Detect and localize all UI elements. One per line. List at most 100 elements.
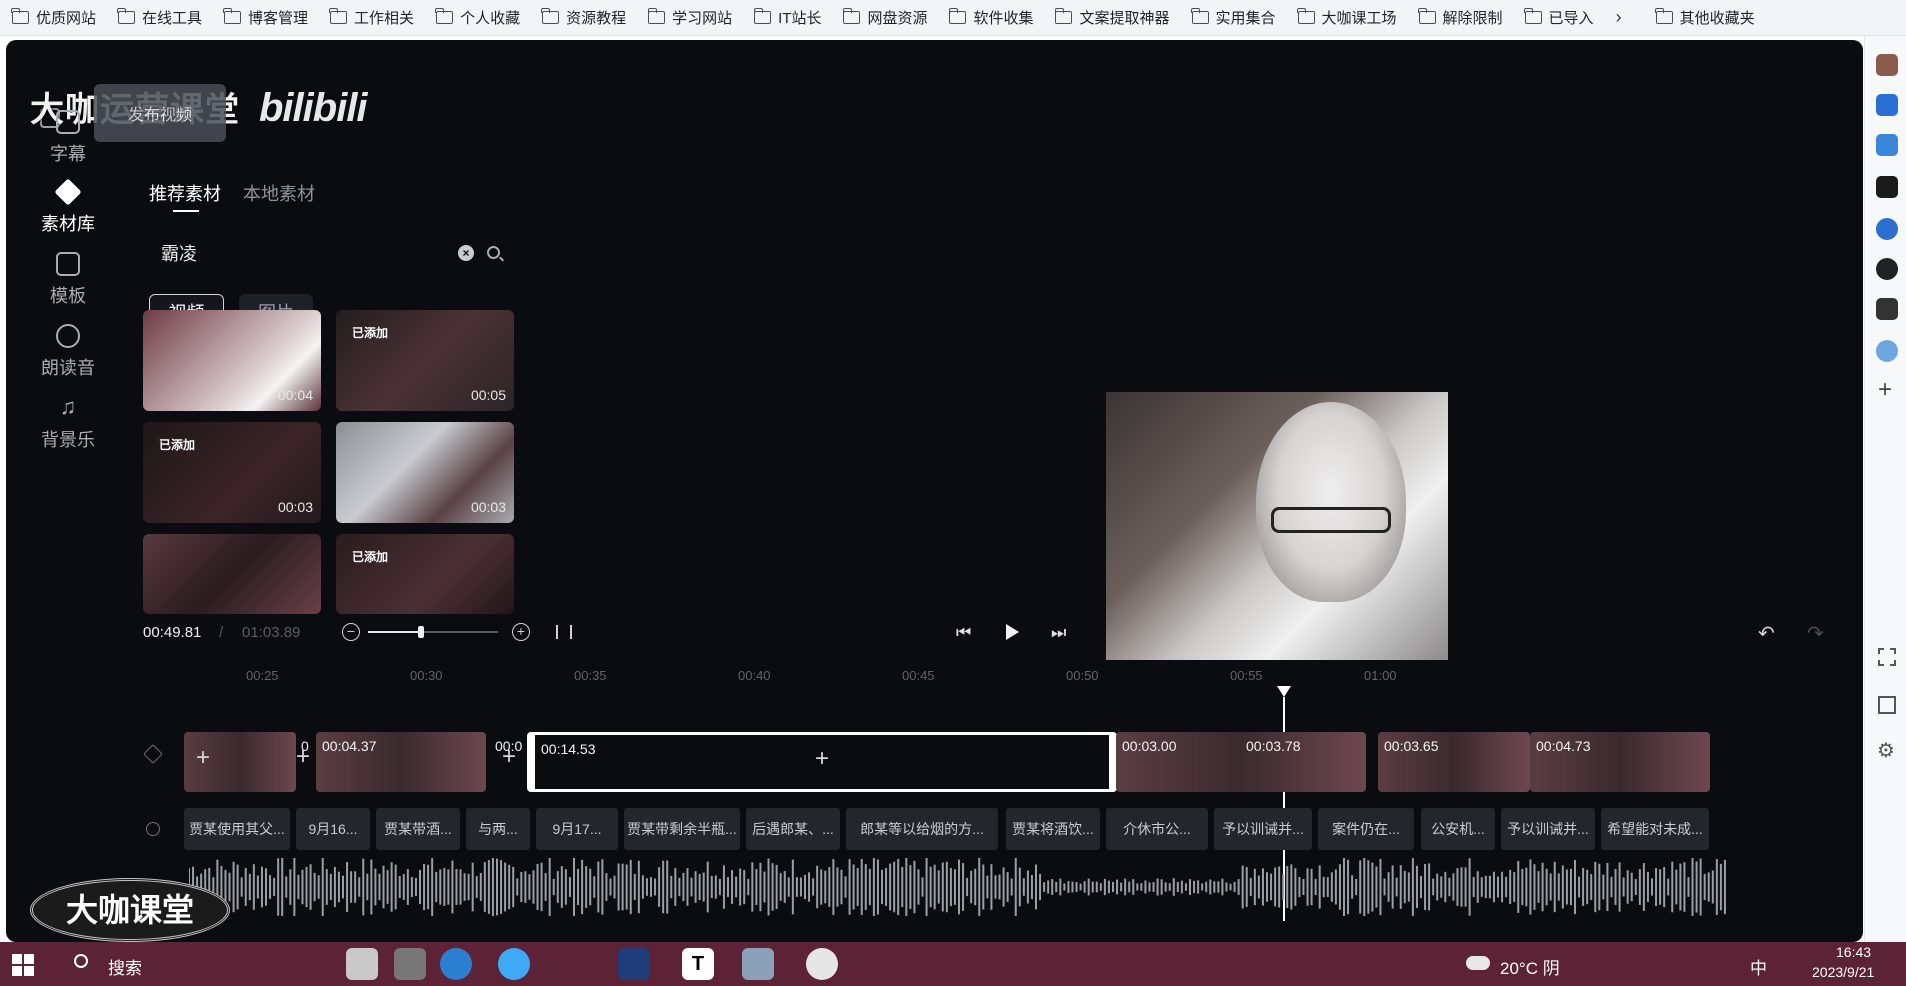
app-icon[interactable] <box>346 948 378 980</box>
bookmark-item[interactable]: 优质网站 <box>11 7 96 28</box>
bookmark-item[interactable]: 工作相关 <box>329 7 414 28</box>
zoom-slider[interactable] <box>368 626 498 638</box>
bookmark-item[interactable]: 个人收藏 <box>435 7 520 28</box>
bookmark-item[interactable]: 文案提取神器 <box>1054 7 1170 28</box>
video-clip[interactable]: 00:04.37 <box>316 732 486 792</box>
media-thumb[interactable]: 已添加 <box>336 534 514 614</box>
bookmark-item[interactable]: 在线工具 <box>117 7 202 28</box>
nav-subtitle[interactable]: 字幕 <box>28 110 108 166</box>
undo-icon[interactable]: ↶ <box>1758 621 1775 646</box>
subtitle-clip[interactable]: 介休市公... <box>1106 808 1208 850</box>
ime-indicator[interactable]: 中 <box>1750 954 1767 979</box>
app-icon[interactable] <box>394 948 426 980</box>
app-icon[interactable] <box>806 948 838 980</box>
subtitle-clip[interactable]: 郎某等以给烟的方... <box>846 808 998 850</box>
nav-material[interactable]: 素材库 <box>28 178 108 236</box>
subtitle-clip[interactable]: 与两... <box>466 808 530 850</box>
fit-icon[interactable] <box>556 625 572 639</box>
add-icon[interactable]: + <box>815 745 829 773</box>
publish-button[interactable]: 发布视频 <box>94 84 226 142</box>
media-thumb[interactable] <box>143 534 321 614</box>
clear-icon[interactable]: × <box>458 245 474 261</box>
subtitle-clip[interactable]: 予以训诫并... <box>1501 808 1595 850</box>
clock-date[interactable]: 2023/9/21 <box>1812 964 1874 980</box>
bing-icon[interactable] <box>1876 176 1898 198</box>
nav-label: 素材库 <box>41 214 95 234</box>
clock-time[interactable]: 16:43 <box>1836 944 1871 960</box>
folder-icon <box>11 8 29 24</box>
tab-local[interactable]: 本地素材 <box>243 180 315 206</box>
bookmark-item[interactable]: 软件收集 <box>948 7 1033 28</box>
nav-music[interactable]: ♫ 背景乐 <box>28 396 108 452</box>
bookmark-item[interactable]: IT站长 <box>753 7 821 28</box>
subtitle-clip[interactable]: 案件仍在... <box>1318 808 1414 850</box>
nav-template[interactable]: 模板 <box>28 252 108 308</box>
bookmark-item[interactable]: 解除限制 <box>1417 7 1503 28</box>
playhead-handle[interactable] <box>1277 686 1291 697</box>
subtitle-clip[interactable]: 予以训诫并... <box>1214 808 1312 850</box>
subtitle-clip[interactable]: 9月16... <box>296 808 370 850</box>
subtitle-clip[interactable]: 希望能对未成... <box>1601 808 1709 850</box>
search-app-icon[interactable] <box>1876 94 1898 116</box>
bookmark-item[interactable]: 实用集合 <box>1190 7 1276 28</box>
typora-icon[interactable]: T <box>682 948 714 980</box>
search-icon[interactable] <box>74 954 88 968</box>
app-icon[interactable] <box>742 948 774 980</box>
zoom-knob[interactable] <box>418 626 425 638</box>
media-thumb[interactable]: 00:04 <box>143 310 321 411</box>
bookmark-item[interactable]: 博客管理 <box>223 7 308 28</box>
add-icon[interactable]: + <box>196 744 210 772</box>
search-icon[interactable] <box>487 246 500 259</box>
settings-icon[interactable]: ⚙ <box>1877 738 1895 763</box>
subtitle-clip[interactable]: 9月17... <box>536 808 618 850</box>
bookmark-item[interactable]: 网盘资源 <box>842 7 927 28</box>
video-clip[interactable]: 00:03.65 <box>1378 732 1530 792</box>
bookmark-item[interactable]: 已导入 <box>1523 7 1594 28</box>
presenter-glasses <box>1271 507 1391 533</box>
chrome-icon[interactable] <box>498 948 530 980</box>
discover-icon[interactable] <box>1876 218 1898 240</box>
subtitle-clip[interactable]: 公安机... <box>1421 808 1495 850</box>
app-icon[interactable] <box>618 948 650 980</box>
audio-waveform[interactable] <box>189 858 1729 916</box>
search-input[interactable]: 霸凌 <box>161 240 197 266</box>
game-icon[interactable] <box>1876 298 1898 320</box>
next-frame-icon[interactable]: ⏭ <box>1051 623 1066 643</box>
bookmark-item[interactable]: 其他收藏夹 <box>1654 7 1755 28</box>
video-clip[interactable]: + <box>184 732 296 792</box>
selected-clip[interactable]: 00:14.53 + <box>527 732 1117 792</box>
add-icon[interactable]: + <box>1878 376 1892 404</box>
subtitle-clip[interactable]: 贾某带酒... <box>376 808 460 850</box>
bookmark-item[interactable]: 学习网站 <box>647 7 732 28</box>
redo-icon[interactable]: ↷ <box>1807 621 1824 646</box>
media-thumb[interactable]: 已添加 00:03 <box>143 422 321 523</box>
subtitle-clip[interactable]: 贾某将酒饮... <box>1006 808 1100 850</box>
media-thumb[interactable]: 已添加 00:05 <box>336 310 514 411</box>
tab-recommended[interactable]: 推荐素材 <box>149 180 221 212</box>
bookmarks-more-icon[interactable]: › <box>1616 7 1622 28</box>
play-icon[interactable] <box>1006 624 1019 640</box>
subtitle-clip[interactable]: 贾某使用其父... <box>184 808 290 850</box>
media-thumb[interactable]: 00:03 <box>336 422 514 523</box>
video-clip[interactable]: 00:04.73 <box>1530 732 1710 792</box>
prev-frame-icon[interactable]: ⏮ <box>956 623 971 643</box>
openai-icon[interactable] <box>1876 340 1898 362</box>
bookmark-item[interactable]: 资源教程 <box>541 7 626 28</box>
video-clip[interactable]: 00:03.78 <box>1240 732 1370 792</box>
zoom-out-button[interactable]: − <box>342 623 360 641</box>
screenshot-icon[interactable] <box>1878 648 1896 666</box>
send-icon[interactable] <box>1876 134 1898 156</box>
weather[interactable]: 20°C 阴 <box>1500 954 1560 979</box>
subtitle-clip[interactable]: 后遇郎某、... <box>746 808 840 850</box>
browser-icon[interactable] <box>440 948 472 980</box>
windows-start-icon[interactable] <box>12 954 34 976</box>
taskbar-search[interactable]: 搜索 <box>108 954 142 979</box>
circle-app-icon[interactable] <box>1876 258 1898 280</box>
window-icon[interactable] <box>1878 696 1896 714</box>
subtitle-clip[interactable]: 贾某带剩余半瓶... <box>624 808 740 850</box>
zoom-in-button[interactable]: + <box>512 623 530 641</box>
folder-icon <box>1296 8 1315 24</box>
nav-tts[interactable]: 朗读音 <box>28 324 108 380</box>
toolbox-icon[interactable] <box>1876 54 1898 76</box>
bookmark-item[interactable]: 大咖课工场 <box>1296 7 1397 28</box>
